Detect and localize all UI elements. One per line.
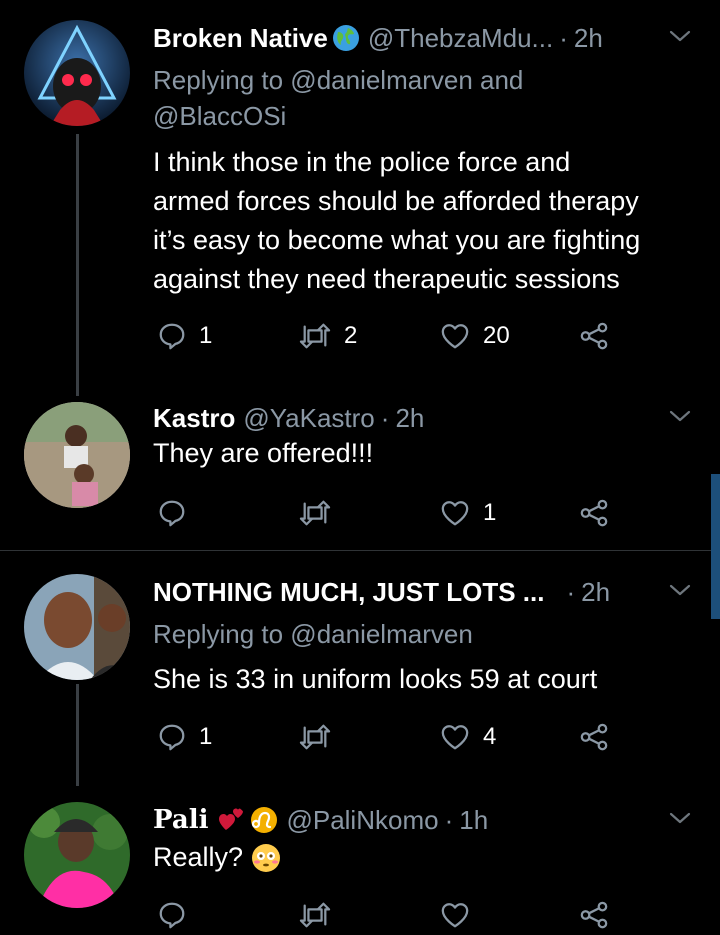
retweet-icon — [298, 498, 332, 528]
tweet-text-line: Really? — [153, 842, 244, 872]
avatar[interactable] — [24, 574, 130, 680]
reply-button[interactable] — [157, 493, 199, 533]
tweet-broken-native[interactable]: Broken Native @ThebzaMdu... · 2h Replyin… — [0, 18, 720, 408]
handle[interactable]: @YaKastro — [243, 403, 374, 434]
leo-sign-icon — [251, 807, 278, 833]
tweet-text-line: She is 33 in uniform looks 59 at court — [153, 664, 598, 694]
tweet-text: They are offered!!! — [153, 434, 698, 473]
timestamp[interactable]: 2h — [581, 577, 610, 608]
separator-dot: · — [559, 22, 568, 53]
replying-to[interactable]: Replying to @danielmarven and @BlaccOSi — [153, 62, 523, 134]
like-button[interactable]: 1 — [439, 493, 496, 533]
display-name[interactable]: Pali — [153, 805, 208, 835]
tweet-text: Really? — [153, 838, 698, 877]
share-icon — [579, 722, 609, 752]
tweet-text: I think those in the police force and ar… — [153, 143, 698, 299]
retweet-button[interactable] — [298, 717, 344, 757]
like-button[interactable]: 20 — [439, 316, 510, 356]
retweet-count: 2 — [344, 322, 358, 349]
display-name[interactable]: Broken Native — [153, 23, 328, 54]
handle[interactable]: @ThebzaMdu... — [368, 23, 553, 54]
tweet-text-line: They are offered!!! — [153, 438, 374, 468]
reply-icon — [157, 722, 187, 752]
reply-icon — [157, 321, 187, 351]
replying-to-line-1[interactable]: Replying to @danielmarven — [153, 616, 473, 652]
reply-button[interactable]: 1 — [157, 316, 212, 356]
like-count: 20 — [483, 322, 510, 349]
retweet-button[interactable] — [298, 895, 332, 935]
two-hearts-icon — [219, 808, 244, 830]
retweet-button[interactable] — [298, 493, 344, 533]
tweet-text-line: it’s easy to become what you are fightin… — [153, 225, 641, 255]
tweet-text-line: against they need therapeutic sessions — [153, 264, 620, 294]
share-button[interactable] — [579, 316, 609, 356]
tweet-pali[interactable]: Pali @PaliNkomo · 1h Really? — [0, 800, 720, 933]
tweet-actions — [153, 895, 623, 935]
reply-button[interactable] — [157, 895, 187, 935]
like-button[interactable] — [439, 895, 471, 935]
timestamp[interactable]: 2h — [574, 23, 603, 54]
chevron-down-icon[interactable] — [666, 804, 694, 832]
timestamp[interactable]: 2h — [395, 403, 424, 434]
reply-icon — [157, 900, 187, 930]
tweet-text-line: armed forces should be afforded therapy — [153, 186, 639, 216]
like-count: 1 — [483, 499, 497, 526]
reply-count: 1 — [199, 723, 213, 750]
reply-button[interactable]: 1 — [157, 717, 212, 757]
retweet-icon — [298, 722, 332, 752]
replying-to-line-2[interactable]: @BlaccOSi — [153, 98, 523, 134]
retweet-icon — [298, 321, 332, 351]
handle[interactable]: @PaliNkomo — [286, 805, 438, 836]
avatar[interactable] — [24, 402, 130, 508]
tweet-kastro[interactable]: Kastro @YaKastro · 2h They are offered!!… — [0, 398, 720, 550]
retweet-button[interactable]: 2 — [298, 316, 357, 356]
like-button[interactable]: 4 — [439, 717, 496, 757]
heart-icon — [439, 498, 471, 528]
flushed-face-icon — [252, 843, 281, 872]
separator — [0, 550, 720, 551]
display-name[interactable]: Kastro — [153, 403, 235, 434]
tweet-header: Pali @PaliNkomo · 1h — [153, 800, 488, 840]
share-button[interactable] — [579, 493, 609, 533]
share-icon — [579, 321, 609, 351]
tweet-actions: 1 — [153, 493, 623, 533]
tweet-text-line: I think those in the police force and — [153, 147, 571, 177]
separator-dot: · — [444, 804, 454, 835]
replying-to-line-1[interactable]: Replying to @danielmarven and — [153, 62, 523, 98]
reply-icon — [157, 498, 187, 528]
display-name[interactable]: NOTHING MUCH, JUST LOTS ... — [153, 577, 544, 608]
chevron-down-icon[interactable] — [666, 22, 694, 50]
tweet-actions: 1 2 20 — [153, 316, 623, 356]
share-button[interactable] — [579, 717, 609, 757]
heart-icon — [439, 722, 471, 752]
tweet-actions: 1 4 — [153, 717, 623, 757]
replying-to[interactable]: Replying to @danielmarven — [153, 616, 473, 652]
like-count: 4 — [483, 723, 497, 750]
avatar[interactable] — [24, 20, 130, 126]
chevron-down-icon[interactable] — [666, 402, 694, 430]
scrollbar[interactable] — [711, 474, 720, 619]
tweet-text: She is 33 in uniform looks 59 at court — [153, 660, 698, 699]
globe-icon — [332, 25, 359, 51]
separator-dot: · — [566, 576, 576, 607]
retweet-icon — [298, 900, 332, 930]
share-icon — [579, 900, 609, 930]
reply-count: 1 — [199, 322, 213, 349]
share-button[interactable] — [579, 895, 609, 935]
avatar[interactable] — [24, 802, 130, 908]
tweet-header: NOTHING MUCH, JUST LOTS ... · 2h — [153, 572, 610, 612]
chevron-down-icon[interactable] — [666, 576, 694, 604]
thread-line — [76, 134, 79, 396]
share-icon — [579, 498, 609, 528]
tweet-nothing-much[interactable]: NOTHING MUCH, JUST LOTS ... · 2h Replyin… — [0, 572, 720, 786]
tweet-header: Broken Native @ThebzaMdu... · 2h — [153, 18, 603, 58]
thread-line — [76, 684, 79, 786]
separator-dot: · — [380, 402, 390, 433]
tweet-header: Kastro @YaKastro · 2h — [153, 398, 424, 438]
heart-icon — [439, 900, 471, 930]
heart-icon — [439, 321, 471, 351]
timestamp[interactable]: 1h — [459, 805, 488, 836]
